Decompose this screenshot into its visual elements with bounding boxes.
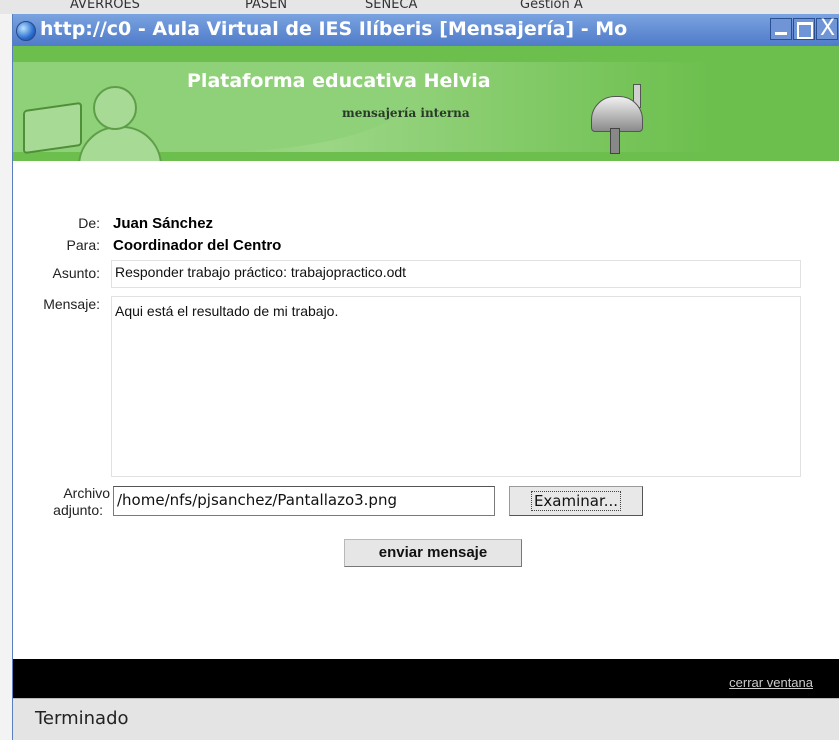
from-value: Juan Sánchez [113, 215, 214, 232]
popup-window: http://c0 - Aula Virtual de IES Ilíberis… [12, 14, 839, 740]
message-label: Mensaje: [43, 296, 100, 312]
title-bar[interactable]: http://c0 - Aula Virtual de IES Ilíberis… [13, 14, 839, 46]
close-window-link[interactable]: cerrar ventana [729, 675, 813, 690]
computer-icon [23, 101, 82, 155]
browse-button[interactable]: Examinar... [509, 486, 643, 516]
maximize-button[interactable] [793, 18, 815, 40]
send-message-button[interactable]: enviar mensaje [344, 539, 522, 567]
attachment-label-line-2: adjunto: [53, 502, 103, 518]
attachment-label-line-1: Archivo [63, 485, 110, 501]
background-window-edge [0, 14, 12, 740]
bookmark-gestion[interactable]: Gestión A [520, 0, 583, 12]
banner-subtitle: mensajería interna [342, 106, 470, 120]
globe-icon [16, 21, 36, 41]
bookmark-averroes[interactable]: AVERROES [70, 0, 140, 12]
person-icon [93, 86, 137, 130]
window-title: http://c0 - Aula Virtual de IES Ilíberis… [40, 18, 628, 40]
subject-label: Asunto: [52, 265, 100, 281]
attachment-file-input[interactable]: /home/nfs/pjsanchez/Pantallazo3.png [113, 486, 495, 516]
close-icon: X [820, 16, 836, 41]
bookmark-pasen[interactable]: PASEN [245, 0, 287, 12]
to-value: Coordinador del Centro [113, 237, 282, 254]
minimize-button[interactable] [770, 18, 792, 40]
to-label: Para: [66, 237, 100, 253]
platform-title: Plataforma educativa Helvia [187, 70, 491, 92]
mailbox-post-icon [610, 128, 620, 154]
status-bar: Terminado [13, 698, 839, 740]
from-label: De: [78, 215, 100, 231]
message-textarea[interactable]: Aqui está el resultado de mi trabajo. [111, 296, 801, 477]
footer-bar: cerrar ventana [13, 659, 839, 698]
close-button[interactable]: X [816, 16, 838, 41]
status-text: Terminado [35, 708, 129, 729]
browse-button-label: Examinar... [530, 491, 622, 511]
bookmark-seneca[interactable]: SENECA [365, 0, 417, 12]
background-bookmarks-bar: AVERROES PASEN SENECA Gestión A [0, 0, 839, 15]
header-banner: Plataforma educativa Helvia mensajería i… [13, 46, 839, 161]
mailbox-icon [591, 96, 643, 132]
subject-input[interactable]: Responder trabajo práctico: trabajopract… [111, 260, 801, 288]
